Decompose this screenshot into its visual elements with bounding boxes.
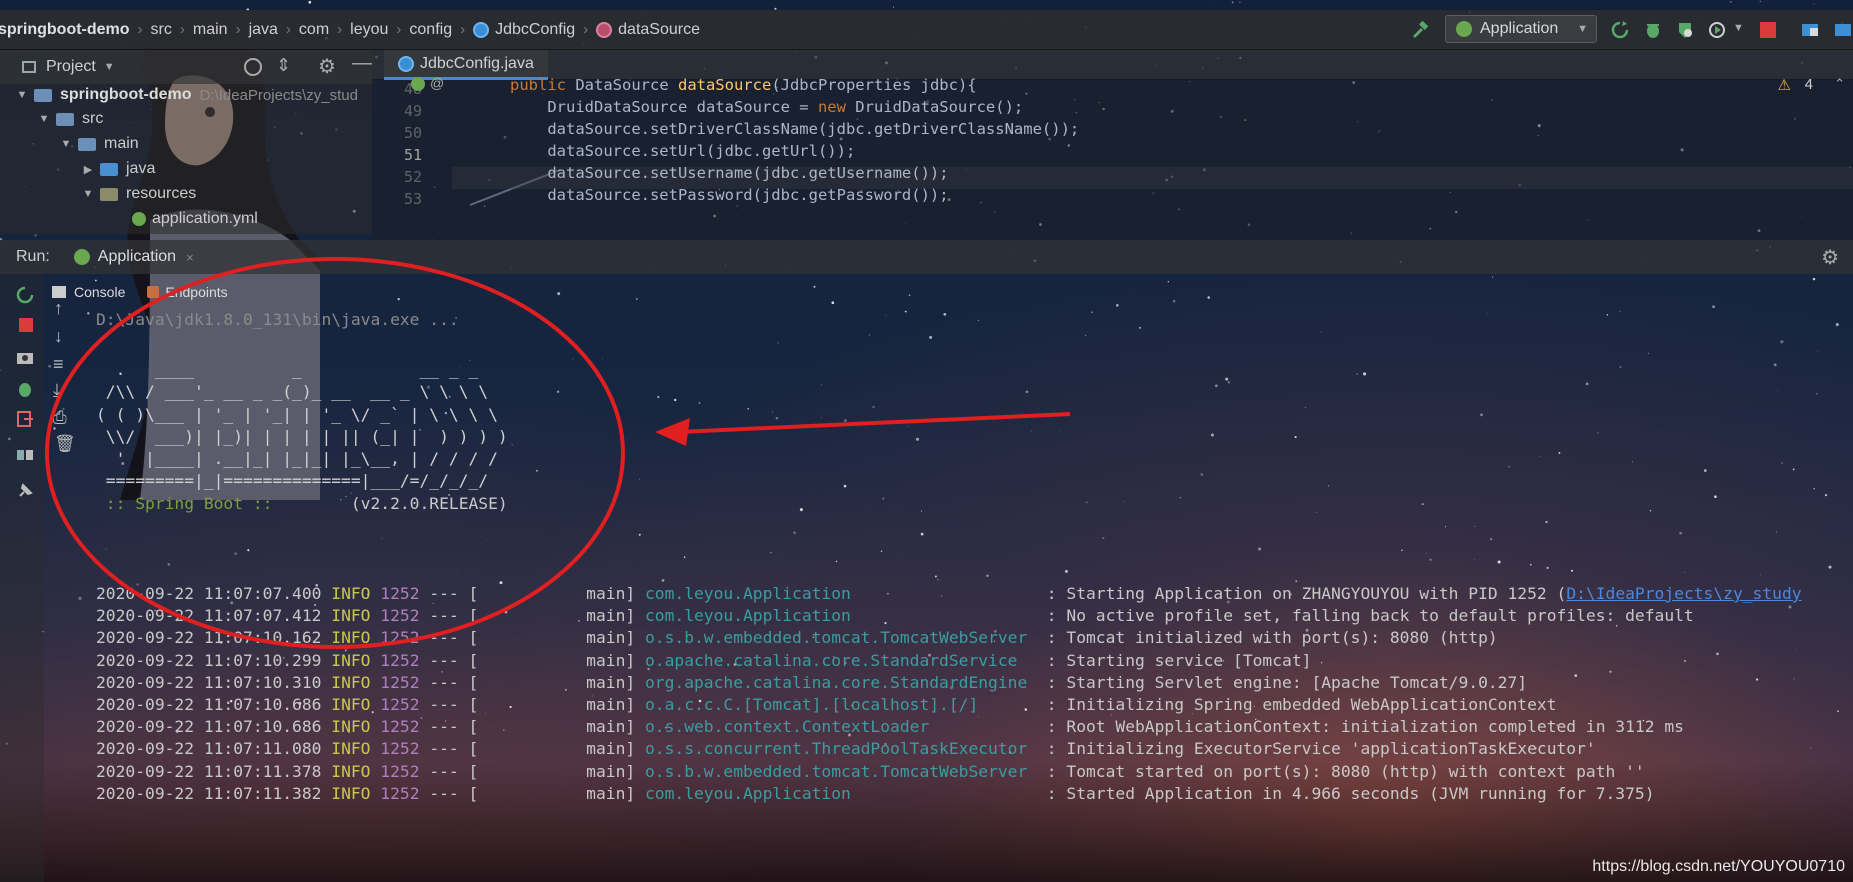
red-annotation — [45, 257, 1071, 649]
annotation-ellipse — [45, 257, 625, 649]
annotation-arrowhead — [655, 418, 690, 446]
annotation-arrow-line — [679, 412, 1071, 434]
watermark-text: https://blog.csdn.net/YOUYOU0710 — [1592, 858, 1845, 875]
